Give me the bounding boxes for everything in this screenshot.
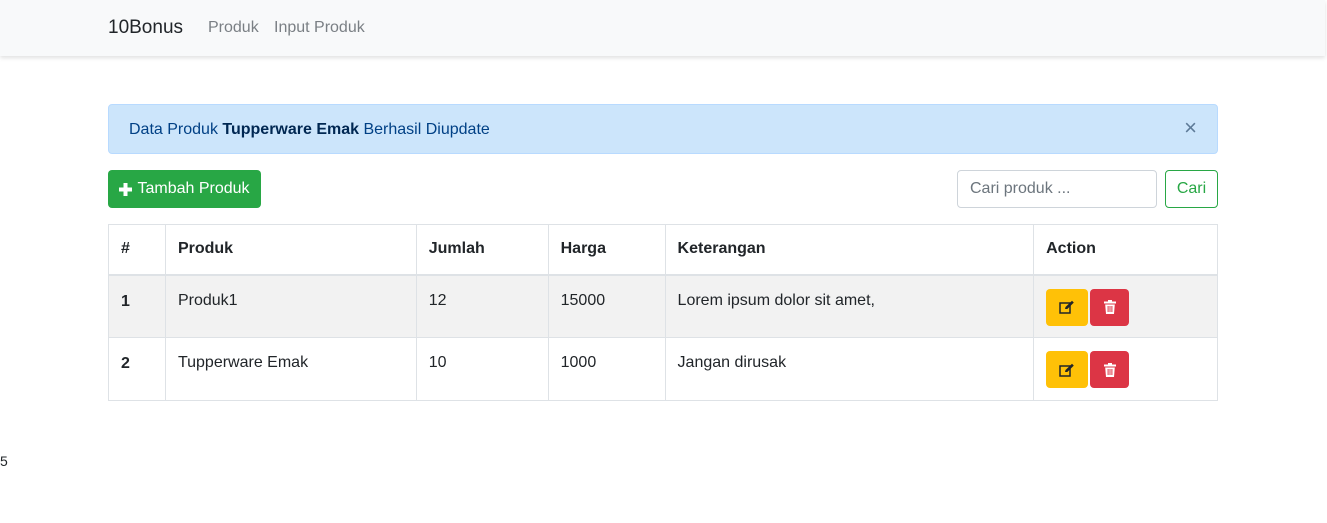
search-button[interactable]: Cari [1165,170,1218,208]
header-harga: Harga [547,224,666,276]
plus-icon [119,182,133,196]
row-num: 1 [108,274,166,338]
header-num: # [108,224,166,276]
row-actions [1033,337,1218,401]
header-jumlah: Jumlah [415,224,549,276]
row-keterangan: Jangan dirusak [664,337,1035,401]
nav-link-produk[interactable]: Produk [208,19,259,37]
close-icon[interactable]: × [1184,117,1197,139]
trash-icon [1103,362,1116,377]
row-num: 2 [108,337,166,401]
add-product-label: Tambah Produk [137,180,250,197]
edit-button[interactable] [1046,288,1089,326]
header-keterangan: Keterangan [664,224,1035,276]
row-keterangan: Lorem ipsum dolor sit amet, [664,274,1035,338]
row-produk: Tupperware Emak [164,337,417,401]
header-produk: Produk [164,224,417,276]
row-harga: 1000 [547,337,666,401]
row-harga: 15000 [547,274,666,338]
edit-button[interactable] [1046,351,1089,388]
row-jumlah: 12 [415,274,549,338]
alert-product-name: Tupperware Emak [222,121,360,138]
navbar: 10Bonus Produk Input Produk [0,0,1325,56]
edit-icon [1059,363,1074,377]
add-product-button[interactable]: Tambah Produk [108,170,261,208]
delete-button[interactable] [1090,351,1130,388]
delete-button[interactable] [1090,288,1130,326]
footer-count: 5 [0,453,8,469]
table-header-row: # Produk Jumlah Harga Keterangan Action [108,224,1218,276]
table-row: 1 Produk1 12 15000 Lorem ipsum dolor sit… [108,274,1218,338]
nav-link-input-produk[interactable]: Input Produk [274,19,365,37]
brand-link[interactable]: 10Bonus [108,17,183,39]
search-input[interactable] [957,170,1157,208]
row-actions [1033,274,1218,338]
alert-prefix: Data Produk [129,121,218,138]
trash-icon [1103,300,1116,314]
alert-message: Data Produk Tupperware Emak Berhasil Diu… [129,121,490,139]
alert-suffix: Berhasil Diupdate [363,121,490,138]
row-produk: Produk1 [164,274,417,338]
table-row: 2 Tupperware Emak 10 1000 Jangan dirusak [108,337,1218,401]
row-jumlah: 10 [415,337,549,401]
header-action: Action [1033,224,1218,276]
product-table: # Produk Jumlah Harga Keterangan Action … [108,224,1218,401]
edit-icon [1059,300,1074,314]
success-alert: Data Produk Tupperware Emak Berhasil Diu… [108,104,1218,154]
